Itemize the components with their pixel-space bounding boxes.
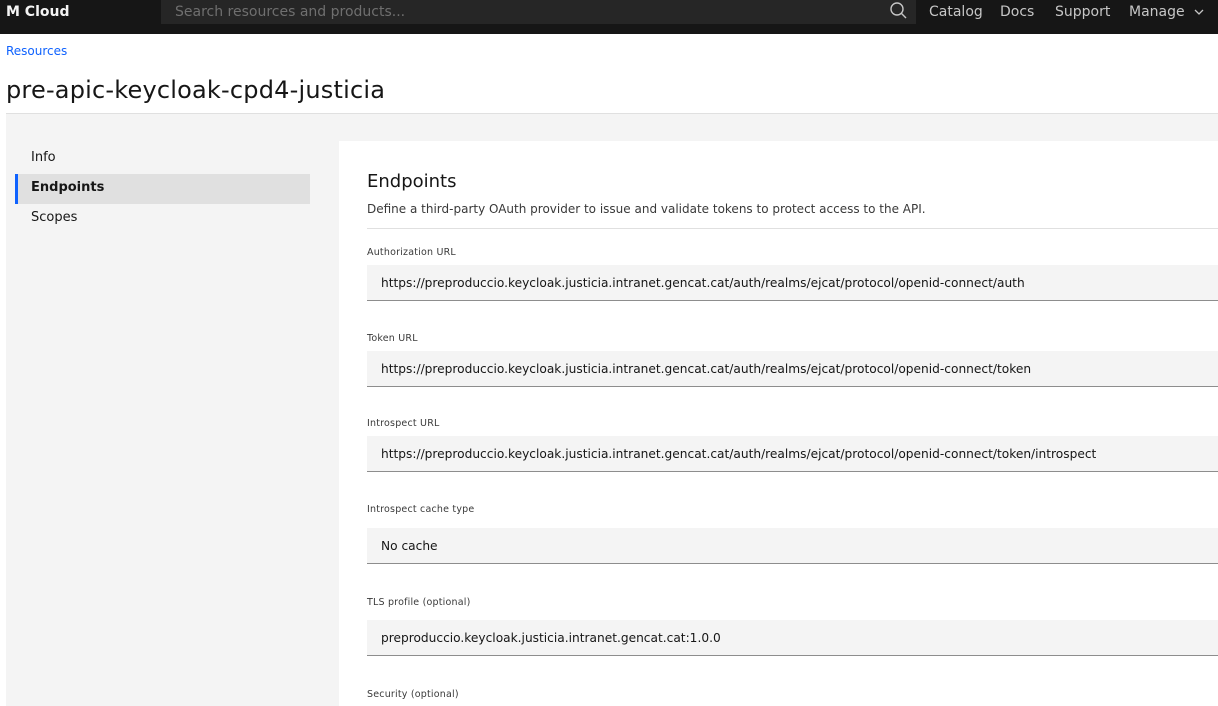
authorization-url-label: Authorization URL: [367, 247, 456, 258]
search-icon: [890, 2, 907, 19]
token-url-field[interactable]: [367, 351, 1218, 387]
top-navigation-bar: M Cloud Catalog Docs Support Manage: [0, 0, 1218, 34]
sidebar-nav: Info Endpoints Scopes: [15, 144, 310, 234]
sidebar-item-label: Scopes: [31, 210, 78, 225]
tls-profile-label: TLS profile (optional): [367, 597, 471, 608]
token-url-input[interactable]: [367, 351, 1218, 386]
introspect-cache-type-label: Introspect cache type: [367, 504, 475, 515]
sidebar-item-endpoints[interactable]: Endpoints: [15, 174, 310, 204]
nav-support[interactable]: Support: [1055, 0, 1110, 24]
introspect-cache-type-select[interactable]: [367, 528, 1218, 564]
introspect-url-input[interactable]: [367, 436, 1218, 471]
page-title: pre-apic-keycloak-cpd4-justicia: [6, 76, 386, 104]
authorization-url-field[interactable]: [367, 265, 1218, 301]
security-label: Security (optional): [367, 689, 459, 700]
token-url-label: Token URL: [367, 333, 418, 344]
sidebar-item-label: Endpoints: [31, 180, 105, 195]
introspect-cache-type-value[interactable]: [367, 528, 1218, 563]
sidebar-item-info[interactable]: Info: [15, 144, 310, 174]
panel-description: Define a third-party OAuth provider to i…: [367, 202, 926, 216]
nav-manage-label: Manage: [1129, 4, 1185, 20]
search-input[interactable]: [161, 0, 916, 24]
nav-docs[interactable]: Docs: [1000, 0, 1034, 24]
global-search[interactable]: [161, 0, 916, 24]
search-button[interactable]: [884, 0, 912, 24]
panel-divider: [367, 228, 1218, 229]
chevron-down-icon: [1194, 9, 1204, 15]
tls-profile-value[interactable]: [367, 620, 1218, 655]
breadcrumb-resources[interactable]: Resources: [6, 44, 67, 58]
nav-catalog[interactable]: Catalog: [929, 0, 983, 24]
endpoints-panel: Endpoints Define a third-party OAuth pro…: [339, 141, 1218, 706]
panel-title: Endpoints: [367, 171, 457, 192]
tls-profile-select[interactable]: [367, 620, 1218, 656]
introspect-url-label: Introspect URL: [367, 418, 440, 429]
sidebar-item-scopes[interactable]: Scopes: [15, 204, 310, 234]
sidebar-item-label: Info: [31, 150, 56, 165]
introspect-url-field[interactable]: [367, 436, 1218, 472]
brand-name[interactable]: M Cloud: [6, 0, 70, 24]
nav-manage[interactable]: Manage: [1129, 0, 1205, 24]
authorization-url-input[interactable]: [367, 265, 1218, 300]
